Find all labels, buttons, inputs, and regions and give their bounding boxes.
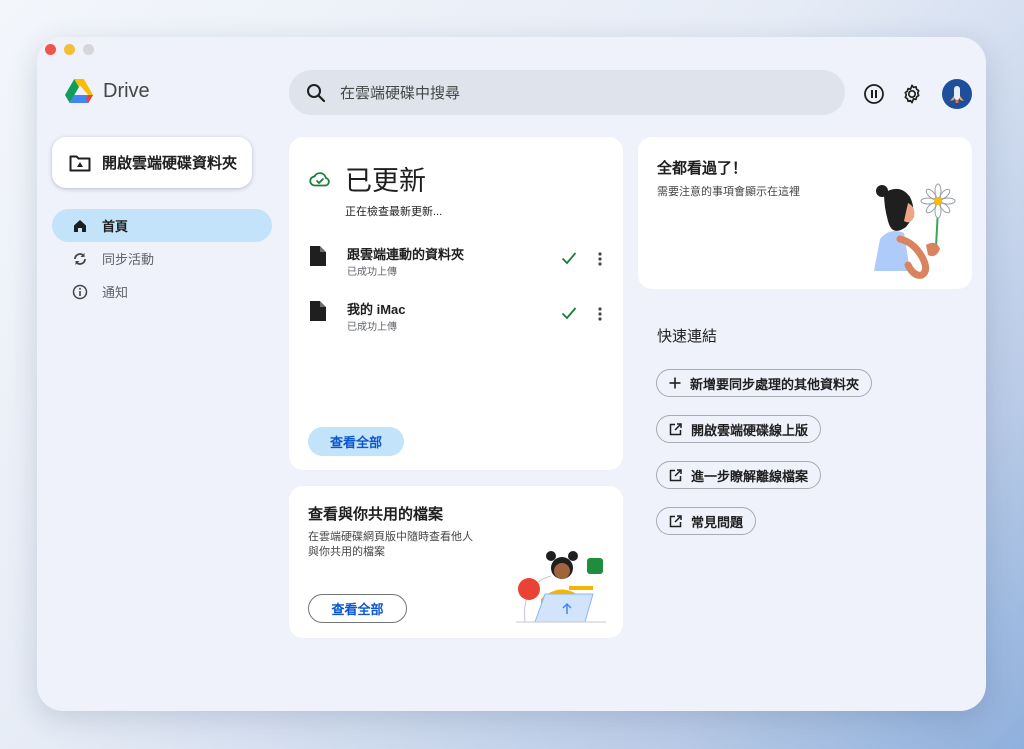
shared-card-desc-line1: 在雲端硬碟網頁版中隨時查看他人	[308, 531, 473, 543]
quick-links-title: 快速連結	[657, 328, 718, 345]
file-status: 已成功上傳	[347, 267, 397, 278]
updated-header: 已更新	[309, 159, 426, 198]
caught-up-desc: 需要注意的事項會顯示在這裡	[657, 186, 800, 198]
view-shared-files-button[interactable]: 查看全部	[308, 594, 407, 623]
drive-logo-icon	[65, 79, 93, 103]
pause-icon	[864, 84, 884, 104]
open-drive-folder-button[interactable]: 開啟雲端硬碟資料夾	[52, 137, 252, 188]
sidebar-item-notifications[interactable]: 通知	[52, 275, 272, 308]
sync-icon	[74, 252, 86, 265]
list-item[interactable]: 我的 iMac 已成功上傳	[309, 296, 609, 336]
sidebar-item-sync-activity[interactable]: 同步活動	[52, 242, 272, 275]
shared-files-card: 查看與你共用的檔案 在雲端硬碟網頁版中隨時查看他人 與你共用的檔案 查看全部	[289, 486, 623, 638]
file-icon	[310, 246, 326, 266]
more-vert-icon[interactable]	[597, 251, 603, 267]
maximize-window-button[interactable]	[83, 44, 94, 55]
search-input[interactable]: 在雲端硬碟中搜尋	[340, 82, 460, 103]
caught-up-card: 全都看過了！ 需要注意的事項會顯示在這裡	[638, 137, 972, 289]
minimize-window-button[interactable]	[64, 44, 75, 55]
check-icon	[561, 252, 577, 265]
shared-card-title: 查看與你共用的檔案	[308, 506, 444, 523]
cloud-done-icon	[309, 171, 330, 186]
window-controls	[45, 44, 94, 55]
settings-button[interactable]	[900, 82, 924, 106]
updated-card: 已更新 正在檢查最新更新... 跟雲端連動的資料夾 已成功上傳 我的 iMac …	[289, 137, 623, 470]
open-external-icon	[669, 422, 682, 435]
quick-link-label: 開啟雲端硬碟線上版	[691, 422, 809, 438]
gear-icon	[904, 84, 920, 104]
plus-icon	[669, 377, 681, 389]
file-name: 跟雲端連動的資料夾	[347, 247, 465, 262]
shared-card-desc-line2: 與你共用的檔案	[308, 546, 385, 558]
app-logo: Drive	[65, 79, 150, 104]
app-name: Drive	[103, 80, 150, 102]
home-icon	[74, 219, 86, 232]
view-all-updates-button[interactable]: 查看全部	[308, 427, 404, 456]
person-laptop-illustration-icon	[516, 551, 606, 623]
sidebar-item-home[interactable]: 首頁	[52, 209, 272, 242]
close-window-button[interactable]	[45, 44, 56, 55]
open-drive-folder-label: 開啟雲端硬碟資料夾	[102, 155, 238, 172]
sidebar-nav: 首頁 同步活動 通知	[52, 209, 272, 308]
learn-offline-files-link[interactable]: 進一步瞭解離線檔案	[656, 461, 822, 489]
file-status: 已成功上傳	[347, 322, 397, 333]
file-icon	[310, 301, 326, 321]
quick-link-label: 進一步瞭解離線檔案	[691, 468, 809, 484]
folder-drive-icon	[69, 155, 91, 171]
header-actions	[862, 79, 972, 109]
search-bar[interactable]: 在雲端硬碟中搜尋	[289, 70, 845, 115]
quick-link-label: 常見問題	[691, 514, 744, 530]
caught-up-title: 全都看過了！	[657, 160, 748, 177]
updated-title: 已更新	[345, 166, 426, 196]
sidebar-item-label: 同步活動	[102, 252, 155, 267]
open-external-icon	[669, 468, 682, 481]
open-drive-web-link[interactable]: 開啟雲端硬碟線上版	[656, 415, 822, 443]
file-name: 我的 iMac	[347, 302, 406, 317]
sidebar-item-label: 通知	[102, 285, 129, 300]
account-avatar[interactable]	[942, 79, 972, 109]
open-external-icon	[669, 514, 682, 527]
avatar-image-icon	[950, 86, 964, 103]
pause-sync-button[interactable]	[862, 82, 886, 106]
person-flower-illustration-icon	[874, 183, 956, 279]
check-icon	[561, 307, 577, 320]
list-item[interactable]: 跟雲端連動的資料夾 已成功上傳	[309, 241, 609, 281]
faq-link[interactable]: 常見問題	[656, 507, 757, 535]
quick-link-label: 新增要同步處理的其他資料夾	[690, 376, 860, 392]
search-icon	[307, 83, 326, 102]
more-vert-icon[interactable]	[597, 306, 603, 322]
sidebar-item-label: 首頁	[102, 219, 129, 234]
add-sync-folder-link[interactable]: 新增要同步處理的其他資料夾	[656, 369, 873, 397]
updated-status-text: 正在檢查最新更新...	[345, 206, 443, 218]
info-icon	[72, 284, 88, 299]
